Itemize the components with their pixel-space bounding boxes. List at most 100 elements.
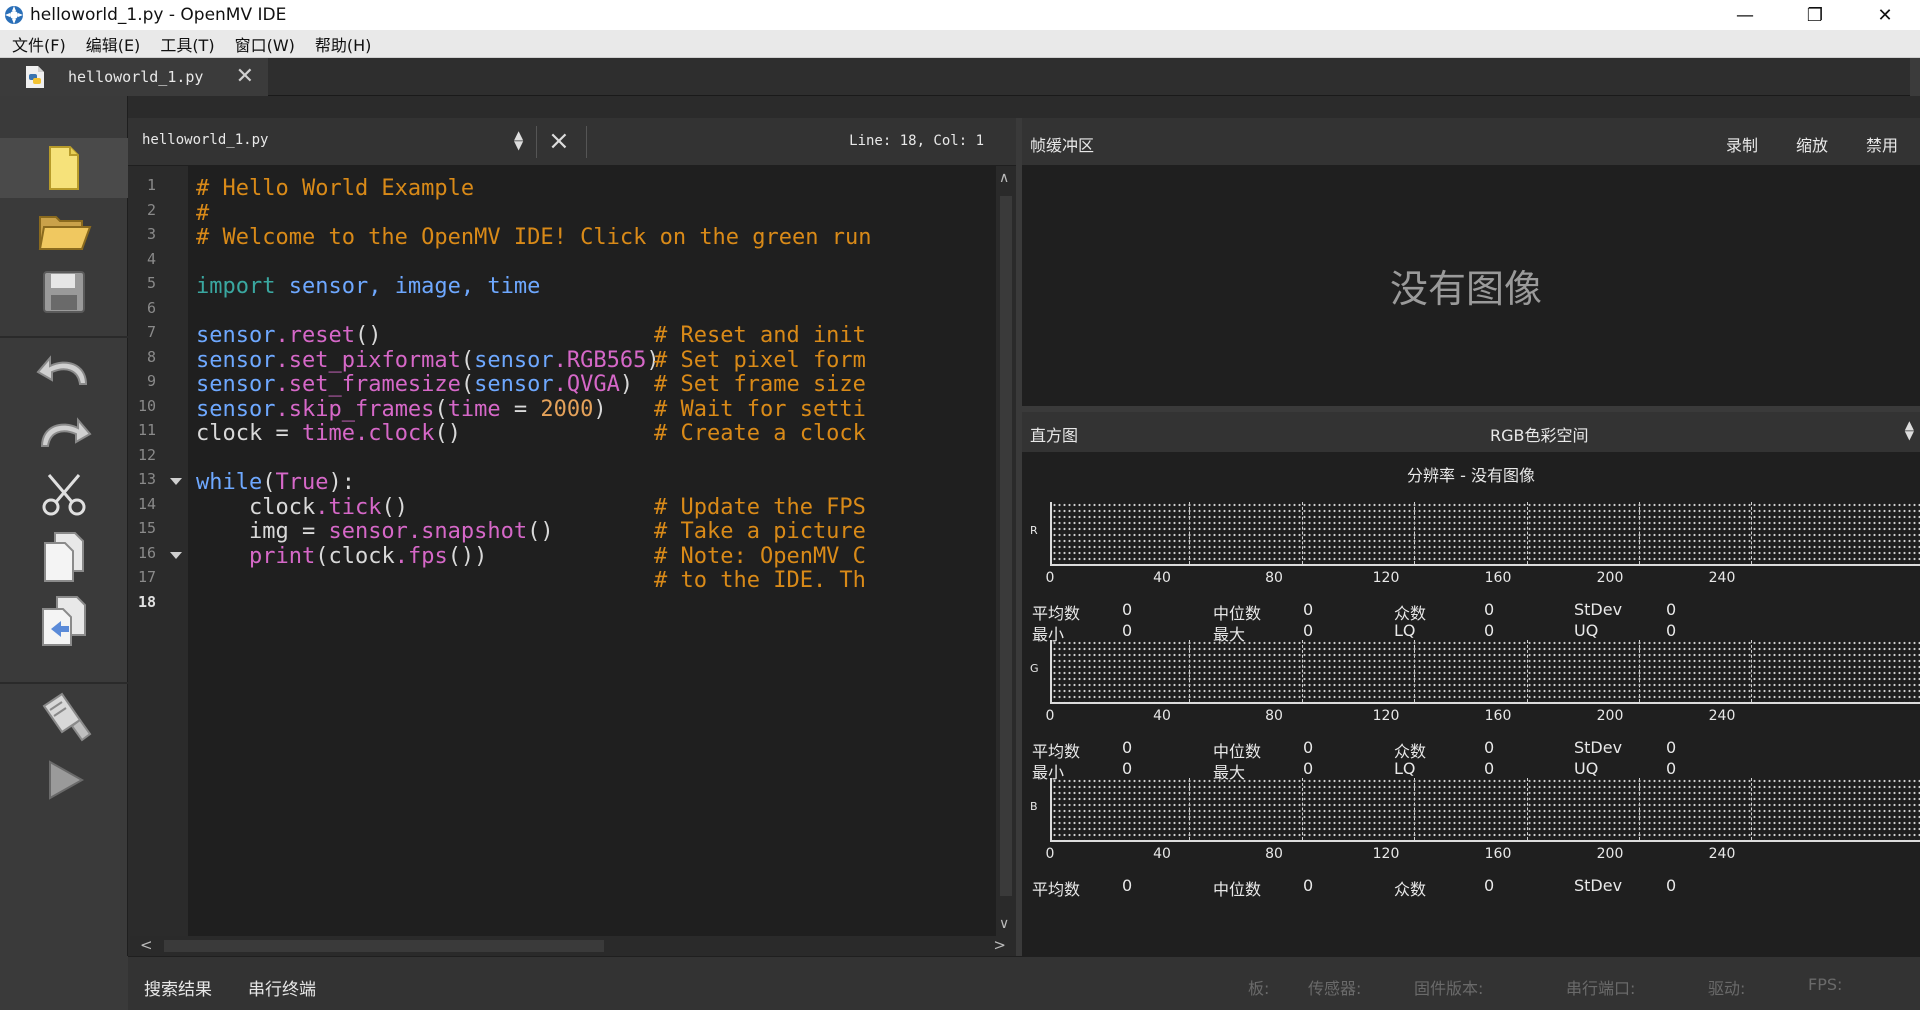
tick-label: 120 <box>1372 708 1400 724</box>
x-axis-ticks: 0 40 80 120 160 200 240 <box>1046 708 1920 728</box>
new-file-button[interactable] <box>0 138 128 198</box>
file-combo-arrows-icon[interactable]: ▲ ▼ <box>514 129 523 151</box>
tick-label: 120 <box>1372 570 1400 586</box>
code-keyword: while <box>196 470 263 495</box>
code-line: # Set frame size <box>654 372 866 397</box>
close-window-button[interactable]: ✕ <box>1850 0 1920 30</box>
menu-tools[interactable]: 工具(T) <box>152 32 222 56</box>
restore-button[interactable]: ❐ <box>1780 0 1850 30</box>
grid-line <box>1302 640 1303 702</box>
close-tab-icon[interactable]: ✕ <box>236 64 254 89</box>
code-text: sensor <box>196 348 276 373</box>
scroll-up-icon[interactable]: ∧ <box>999 170 1009 186</box>
no-image-label: 没有图像 <box>1390 267 1543 311</box>
menu-edit[interactable]: 编辑(E) <box>78 32 149 56</box>
redo-button[interactable] <box>0 402 128 462</box>
menu-window[interactable]: 窗口(W) <box>227 32 303 56</box>
editor-horizontal-scrollbar[interactable]: < > <box>130 936 1016 956</box>
code-text: ( <box>262 470 276 495</box>
editor-vertical-scrollbar[interactable]: ∧ ∨ <box>996 166 1016 936</box>
code-line: # Note: OpenMV C <box>654 544 866 569</box>
code-text: sensor <box>474 372 554 397</box>
line-number: 3 <box>146 225 156 243</box>
board-status: 板: <box>1248 979 1270 998</box>
tick-label: 40 <box>1153 708 1171 724</box>
toolbar-separator <box>0 336 128 338</box>
tick-label: 240 <box>1708 708 1736 724</box>
cut-button[interactable] <box>0 464 128 524</box>
code-text: sensor <box>196 397 276 422</box>
fold-marker-icon[interactable] <box>170 478 182 485</box>
grid-line <box>1189 778 1190 840</box>
line-number: 15 <box>137 519 156 537</box>
code-text: (clock <box>315 544 395 569</box>
scroll-thumb[interactable] <box>164 940 604 952</box>
code-text: .RGB565 <box>553 348 647 373</box>
code-line: clock.tick() <box>196 495 408 520</box>
paste-button[interactable] <box>0 590 128 652</box>
grid-line <box>1414 778 1415 840</box>
code-text: time <box>301 421 355 446</box>
code-text: sensor <box>196 372 276 397</box>
toolbar-separator <box>0 682 128 684</box>
code-text: img = <box>196 519 329 544</box>
code-text: = <box>500 397 541 422</box>
open-file-combo[interactable]: helloworld_1.py <box>142 132 268 148</box>
histogram-plot-r: R <box>1030 502 1920 566</box>
scissors-icon <box>42 474 86 516</box>
histogram-plot-g: G <box>1030 640 1920 704</box>
stat-value: 0 <box>1484 600 1495 619</box>
firmware-status: 固件版本: <box>1414 979 1484 998</box>
scroll-right-icon[interactable]: > <box>993 936 1006 954</box>
serial-terminal-tab[interactable]: 串行终端 <box>248 975 316 1000</box>
plot-frame <box>1050 778 1920 842</box>
stat-label: 中位数 <box>1213 880 1262 899</box>
search-results-tab[interactable]: 搜索结果 <box>144 975 212 1000</box>
code-text: ( <box>460 348 475 373</box>
tick-label: 160 <box>1484 570 1512 586</box>
channel-label: R <box>1030 524 1038 537</box>
record-button[interactable]: 录制 <box>1726 132 1758 156</box>
color-space-select[interactable]: RGB色彩空间 <box>1490 422 1589 446</box>
menu-help[interactable]: 帮助(H) <box>307 32 380 56</box>
code-text: .skip_frames <box>275 397 435 422</box>
line-number: 8 <box>146 348 156 366</box>
tick-label: 200 <box>1596 570 1624 586</box>
scroll-left-icon[interactable]: < <box>140 936 153 954</box>
color-space-arrows-icon[interactable]: ▲ ▼ <box>1905 419 1914 441</box>
disable-button[interactable]: 禁用 <box>1866 132 1898 156</box>
undo-button[interactable] <box>0 340 128 400</box>
file-tab[interactable]: helloworld_1.py ✕ <box>0 58 268 96</box>
tick-label: 80 <box>1265 570 1283 586</box>
open-file-button[interactable] <box>0 200 128 260</box>
driver-status: 驱动: <box>1708 979 1746 998</box>
line-number-gutter: 1 2 3 4 5 6 7 8 9 10 11 12 13 14 15 16 1… <box>130 166 188 936</box>
close-document-icon[interactable]: × <box>548 126 570 156</box>
line-number: 7 <box>146 323 156 341</box>
scroll-down-icon[interactable]: ∨ <box>999 916 1009 932</box>
redo-arrow-icon <box>40 417 92 447</box>
fold-marker-icon[interactable] <box>170 552 182 559</box>
copy-button[interactable] <box>0 526 128 588</box>
code-line: # to the IDE. Th <box>654 568 866 593</box>
code-editor[interactable]: # Hello World Example # # Welcome to the… <box>188 166 996 936</box>
minimize-button[interactable]: — <box>1710 0 1780 30</box>
menu-file[interactable]: 文件(F) <box>4 32 74 56</box>
grid-line <box>1189 640 1190 702</box>
line-number: 9 <box>146 372 156 390</box>
grid-line <box>1414 640 1415 702</box>
run-button[interactable] <box>0 750 128 810</box>
stat-value: 0 <box>1666 876 1677 895</box>
tick-label: 160 <box>1484 846 1512 862</box>
code-line: print(clock.fps()) <box>196 544 487 569</box>
code-text: .set_framesize <box>275 372 461 397</box>
channel-label: G <box>1030 662 1039 675</box>
save-button[interactable] <box>0 262 128 322</box>
scroll-thumb[interactable] <box>1000 196 1012 896</box>
code-line: clock = time.clock() <box>196 421 461 446</box>
code-text: ( <box>460 372 475 397</box>
grid-line <box>1639 640 1640 702</box>
grid-line <box>1302 502 1303 564</box>
connect-button[interactable] <box>0 686 128 748</box>
zoom-button[interactable]: 缩放 <box>1796 132 1828 156</box>
